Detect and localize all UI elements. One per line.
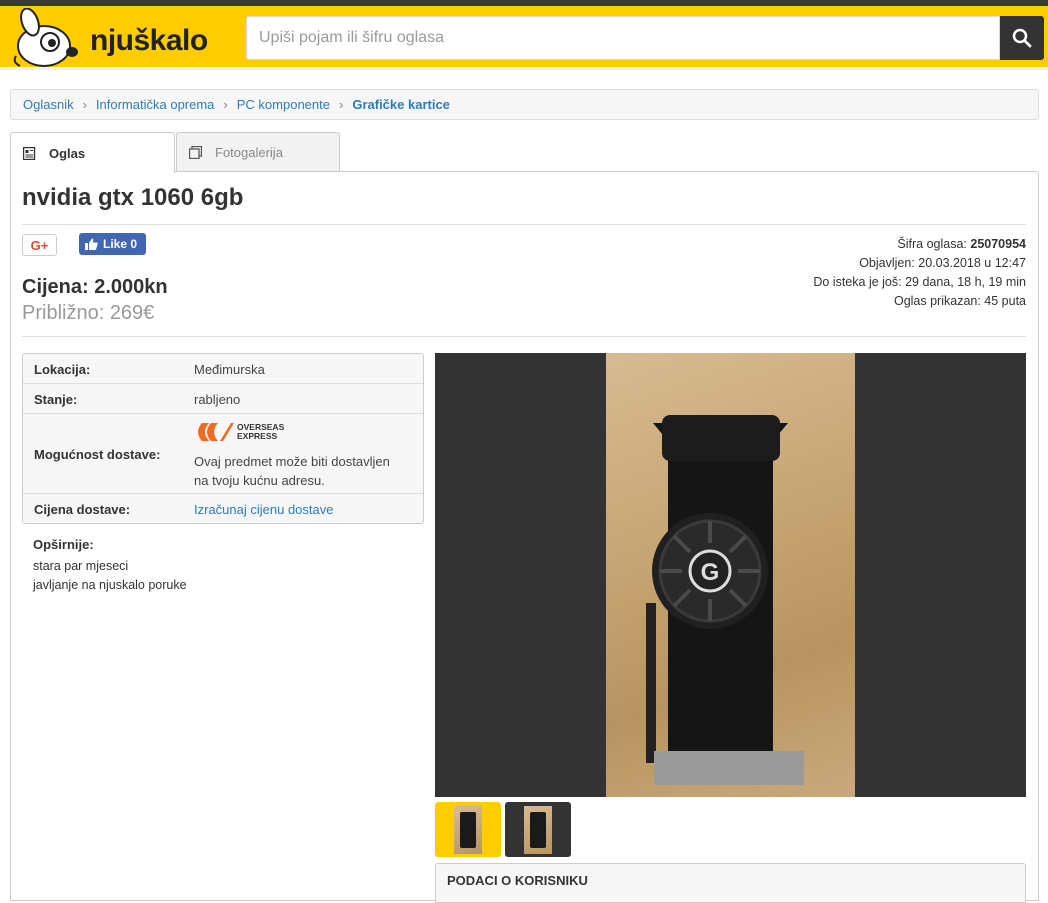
user-info-box: PODACI O KORISNIKU xyxy=(435,863,1026,903)
thumbnail-image xyxy=(524,805,552,854)
tab-fotogalerija-label: Fotogalerija xyxy=(215,145,283,160)
description-line-1: stara par mjeseci xyxy=(33,559,129,573)
description-line-2: javljanje na njuskalo poruke xyxy=(33,578,187,592)
breadcrumb-separator: › xyxy=(339,97,344,112)
divider xyxy=(22,224,1026,225)
photo-thumbnail-1[interactable] xyxy=(435,802,501,857)
search-button[interactable] xyxy=(1000,16,1044,60)
document-icon xyxy=(23,146,36,160)
overseas-express-icon xyxy=(198,423,234,441)
ad-code: Šifra oglasa: 25070954 xyxy=(813,235,1026,254)
location-label: Lokacija: xyxy=(34,362,91,377)
shipping-label: Cijena dostave: xyxy=(34,502,131,517)
description-title: Opširnije: xyxy=(33,537,94,552)
tab-fotogalerija[interactable]: Fotogalerija xyxy=(176,132,340,172)
details-row-location: Lokacija: Međimurska xyxy=(23,354,423,384)
facebook-like-button[interactable]: Like 0 xyxy=(79,233,146,255)
breadcrumb-separator: › xyxy=(223,97,228,112)
photo-image: G xyxy=(606,353,855,797)
breadcrumb-graficke-kartice[interactable]: Grafičke kartice xyxy=(352,97,450,112)
price: Cijena: 2.000kn xyxy=(22,276,168,298)
photo-thumbnail-2[interactable] xyxy=(505,802,571,857)
svg-text:G: G xyxy=(701,559,720,586)
site-logo[interactable]: njuškalo xyxy=(10,7,210,68)
site-header: njuškalo xyxy=(0,6,1048,70)
thumbnail-image xyxy=(454,805,482,854)
logo-text: njuškalo xyxy=(90,24,208,57)
delivery-text-2: na tvoju kućnu adresu. xyxy=(194,473,325,488)
ad-code-value: 25070954 xyxy=(970,237,1026,251)
ad-code-label: Šifra oglasa: xyxy=(897,237,967,251)
ad-meta: Šifra oglasa: 25070954 Objavljen: 20.03.… xyxy=(813,235,1026,311)
location-value: Međimurska xyxy=(194,362,265,377)
details-row-shipping: Cijena dostave: Izračunaj cijenu dostave xyxy=(23,494,423,523)
dog-mascot-icon xyxy=(13,7,78,67)
ad-published: Objavljen: 20.03.2018 u 12:47 xyxy=(859,256,1026,270)
search-icon xyxy=(1012,28,1032,48)
divider xyxy=(22,336,1026,337)
details-row-delivery: Mogućnost dostave: OVERSEAS EXPRESS Ovaj… xyxy=(23,414,423,494)
tab-oglas-label: Oglas xyxy=(49,145,86,161)
breadcrumb-informaticka-oprema[interactable]: Informatička oprema xyxy=(96,97,215,112)
condition-value: rabljeno xyxy=(194,392,241,407)
ad-expires: Do isteka je još: 29 dana, 18 h, 19 min xyxy=(813,275,1026,289)
google-plus-button[interactable]: G+ xyxy=(22,234,57,256)
price-approx: Približno: 269€ xyxy=(22,302,155,324)
breadcrumb-separator: › xyxy=(82,97,87,112)
calculate-shipping-link[interactable]: Izračunaj cijenu dostave xyxy=(194,502,333,517)
search-input[interactable] xyxy=(246,16,1000,60)
user-info-title: PODACI O KORISNIKU xyxy=(447,873,588,888)
gallery-icon xyxy=(189,146,202,159)
ad-title: nvidia gtx 1060 6gb xyxy=(22,184,244,211)
overseas-express-logo: OVERSEAS EXPRESS xyxy=(194,421,304,445)
delivery-label: Mogućnost dostave: xyxy=(34,447,161,462)
ad-views: Oglas prikazan: 45 puta xyxy=(893,294,1026,308)
breadcrumb-oglasnik[interactable]: Oglasnik xyxy=(23,97,74,112)
delivery-text-1: Ovaj predmet može biti dostavljen xyxy=(194,454,390,469)
thumbs-up-icon xyxy=(85,238,98,250)
breadcrumb-pc-komponente[interactable]: PC komponente xyxy=(237,97,330,112)
condition-label: Stanje: xyxy=(34,392,78,407)
description-text: stara par mjeseci javljanje na njuskalo … xyxy=(33,557,187,595)
delivery-text: Ovaj predmet može biti dostavljen na tvo… xyxy=(194,452,390,490)
details-table: Lokacija: Međimurska Stanje: rabljeno Mo… xyxy=(22,353,424,524)
breadcrumb: Oglasnik › Informatička oprema › PC komp… xyxy=(10,89,1039,120)
facebook-like-label: Like 0 xyxy=(103,237,138,251)
graphics-card-image: G xyxy=(646,415,804,785)
main-photo[interactable]: G xyxy=(435,353,1026,797)
details-row-condition: Stanje: rabljeno xyxy=(23,384,423,414)
overseas-line2: EXPRESS xyxy=(237,431,278,441)
tab-oglas[interactable]: Oglas xyxy=(10,132,175,173)
